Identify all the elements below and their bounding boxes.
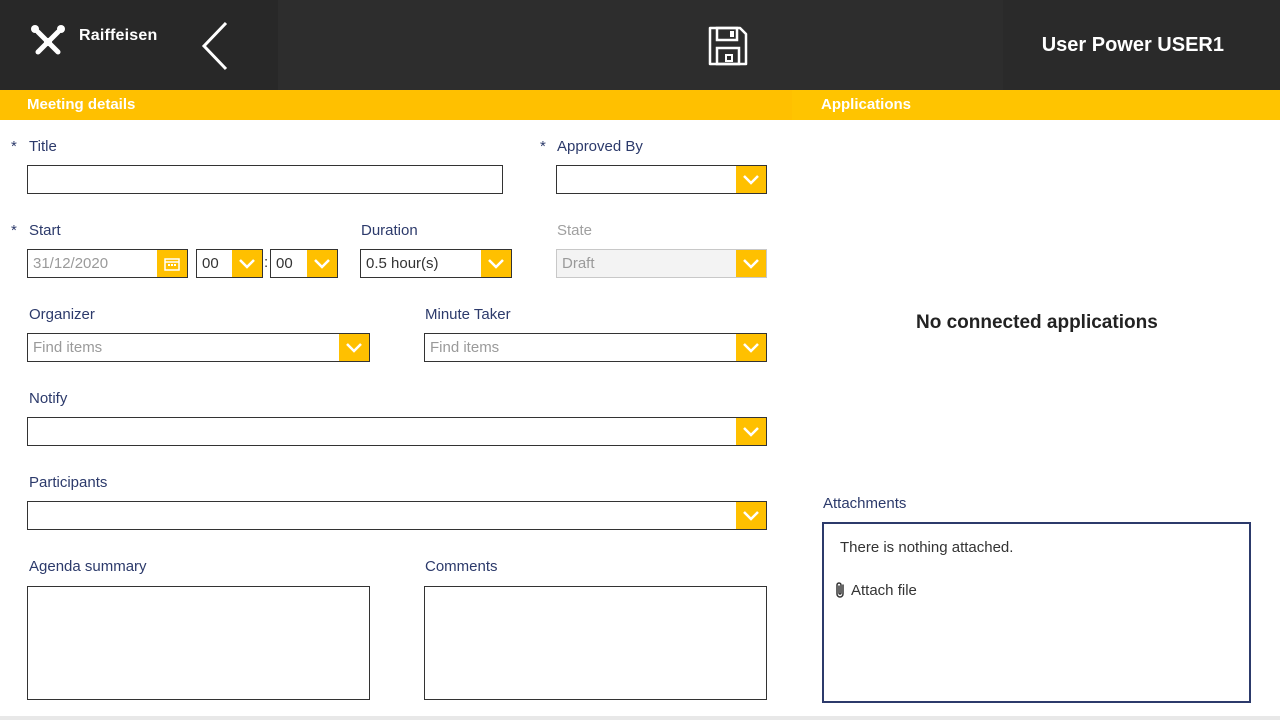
title-label: Title [29,138,57,155]
state-label: State [557,222,593,239]
notify-label: Notify [29,390,68,407]
attachments-box: There is nothing attached. Attach file [822,522,1251,703]
chevron-down-icon[interactable] [736,334,766,361]
top-bar: Raiffeisen User Power USER1 [0,0,1280,90]
duration-label: Duration [361,222,418,239]
minute-taker-label: Minute Taker [425,306,511,323]
minute-taker-combobox[interactable]: Find items [424,333,767,362]
chevron-down-icon[interactable] [736,502,766,529]
chevron-down-icon [736,250,766,277]
start-hour-dropdown[interactable]: 00 [196,249,263,278]
start-date-picker[interactable]: 31/12/2020 [27,249,188,278]
organizer-combobox[interactable]: Find items [27,333,370,362]
attachments-label: Attachments [823,495,907,512]
notify-combobox[interactable] [27,417,767,446]
time-separator: : [264,254,269,271]
chevron-down-icon[interactable] [481,250,511,277]
approved-by-dropdown[interactable] [556,165,767,194]
no-applications-message: No connected applications [916,312,1158,333]
agenda-summary-textarea[interactable] [27,586,370,700]
title-input[interactable] [27,165,503,194]
save-icon[interactable] [706,24,750,68]
meeting-details-header: Meeting details [0,90,792,120]
comments-textarea[interactable] [424,586,767,700]
chevron-down-icon[interactable] [307,250,337,277]
raiffeisen-logo-icon [31,25,65,55]
calendar-icon[interactable] [157,250,187,277]
duration-dropdown[interactable]: 0.5 hour(s) [360,249,512,278]
user-name: User Power USER1 [1041,34,1224,56]
back-arrow-icon[interactable] [196,20,236,72]
attach-file-label: Attach file [851,581,917,599]
required-mark: * [540,138,546,155]
attachments-empty-text: There is nothing attached. [840,539,1014,556]
chevron-down-icon[interactable] [736,166,766,193]
chevron-down-icon[interactable] [339,334,369,361]
organizer-label: Organizer [29,306,95,323]
start-label: Start [29,222,61,239]
applications-header: Applications [792,90,1280,120]
chevron-down-icon[interactable] [736,418,766,445]
comments-label: Comments [425,558,498,575]
paperclip-icon [836,582,844,598]
bottom-border [0,716,1280,720]
start-minute-dropdown[interactable]: 00 [270,249,338,278]
logo-area [0,0,175,90]
chevron-down-icon[interactable] [232,250,262,277]
attach-file-button[interactable]: Attach file [834,581,917,599]
participants-label: Participants [29,474,108,491]
approved-by-label: Approved By [557,138,643,155]
required-mark: * [11,222,17,239]
required-mark: * [11,138,17,155]
agenda-summary-label: Agenda summary [29,558,147,575]
participants-combobox[interactable] [27,501,767,530]
logo-text: Raiffeisen [79,27,158,44]
state-dropdown: Draft [556,249,767,278]
